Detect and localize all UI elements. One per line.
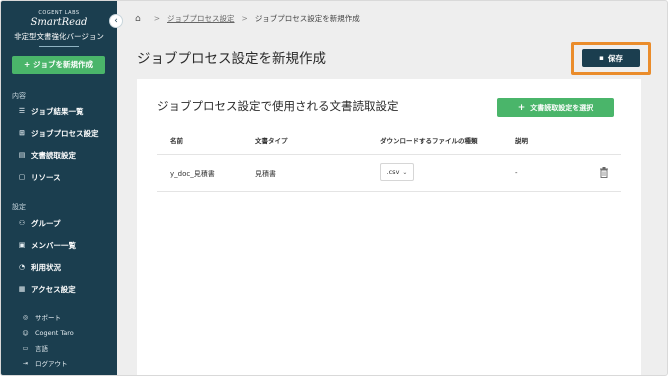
sidebar-item-members[interactable]: ▣ メンバー一覧 [17, 238, 76, 252]
sidebar-item-resources[interactable]: ▢ リソース [17, 170, 61, 184]
document-settings-card: ジョブプロセス設定で使用される文書読取設定 + 文書読取設定を選択 名前 文書タ… [137, 79, 641, 375]
resource-icon: ▢ [18, 173, 26, 181]
table-divider [157, 154, 621, 155]
footer-item-user[interactable]: ☺ Cogent Taro [21, 327, 74, 339]
footer-item-label: Cogent Taro [35, 329, 74, 337]
table-divider [157, 191, 621, 192]
breadcrumb-separator: > [153, 14, 161, 23]
group-icon: ⚇ [18, 219, 26, 227]
app-window: COGENT LABS SmartRead 非定型文書強化バージョン + ジョブ… [0, 0, 668, 376]
cell-doc-type: 見積書 [255, 170, 276, 178]
save-icon: ▪ [599, 54, 604, 62]
save-button[interactable]: ▪ 保存 [582, 49, 640, 67]
brand-company: COGENT LABS [38, 10, 80, 16]
footer-item-label: 言語 [35, 345, 48, 353]
sidebar-item-groups[interactable]: ⚇ グループ [17, 216, 61, 230]
brand-divider [39, 46, 79, 47]
sidebar: COGENT LABS SmartRead 非定型文書強化バージョン + ジョブ… [1, 1, 117, 375]
footer-item-support[interactable]: ◎ サポート [21, 311, 61, 323]
usage-icon: ◔ [18, 263, 26, 271]
column-header-description: 説明 [515, 137, 528, 145]
sidebar-item-label: メンバー一覧 [31, 240, 76, 250]
footer-item-logout[interactable]: ⇥ ログアウト [21, 357, 68, 369]
sidebar-item-job-process-settings[interactable]: ⊞ ジョブプロセス設定 [17, 126, 99, 140]
section-label-settings: 設定 [12, 203, 26, 211]
select-button-label: 文書読取設定を選択 [530, 103, 594, 112]
new-job-button[interactable]: + ジョブを新規作成 [12, 56, 105, 74]
brand-edition: 非定型文書強化バージョン [14, 32, 104, 41]
support-icon: ◎ [22, 313, 29, 321]
page-title: ジョブプロセス設定を新規作成 [137, 51, 326, 67]
column-header-doc-type: 文書タイプ [255, 137, 288, 145]
document-icon: ▤ [18, 151, 26, 159]
list-icon: ☰ [18, 107, 26, 115]
logout-icon: ⇥ [22, 359, 29, 367]
breadcrumb: ⌂ > ジョブプロセス設定 > ジョブプロセス設定を新規作成 [135, 13, 360, 24]
sidebar-item-label: アクセス設定 [31, 284, 76, 294]
user-icon: ☺ [22, 329, 29, 337]
sidebar-item-label: ジョブプロセス設定 [31, 128, 99, 138]
flow-icon: ⊞ [19, 129, 25, 137]
column-header-name: 名前 [170, 137, 183, 145]
member-card-icon: ▣ [18, 241, 26, 249]
sidebar-item-label: 利用状況 [31, 262, 61, 272]
sidebar-item-document-read-settings[interactable]: ▤ 文書読取設定 [17, 148, 76, 162]
sidebar-item-usage[interactable]: ◔ 利用状況 [17, 260, 61, 274]
file-type-select[interactable]: .csv ⌄ [380, 163, 414, 181]
language-icon: ▭ [22, 344, 29, 352]
chevron-down-icon: ⌄ [402, 168, 408, 176]
breadcrumb-link-job-process-settings[interactable]: ジョブプロセス設定 [167, 13, 235, 24]
plus-icon: + [517, 102, 526, 113]
footer-item-label: ログアウト [35, 360, 68, 368]
breadcrumb-separator: > [241, 14, 248, 23]
breadcrumb-current: ジョブプロセス設定を新規作成 [254, 14, 360, 23]
brand-logo: COGENT LABS SmartRead 非定型文書強化バージョン [1, 10, 117, 47]
home-icon[interactable]: ⌂ [135, 14, 141, 24]
sidebar-collapse-button[interactable]: ‹ [109, 14, 123, 28]
footer-item-language[interactable]: ▭ 言語 [21, 342, 48, 354]
file-type-value: .csv [386, 168, 400, 176]
sidebar-item-label: 文書読取設定 [31, 150, 76, 160]
sidebar-item-access-settings[interactable]: ▦ アクセス設定 [17, 282, 76, 296]
chevron-left-icon: ‹ [114, 16, 118, 26]
card-title: ジョブプロセス設定で使用される文書読取設定 [157, 99, 399, 113]
cell-description: - [515, 169, 518, 177]
footer-item-label: サポート [35, 314, 61, 322]
section-label-content: 内容 [12, 92, 26, 100]
trash-icon[interactable] [599, 167, 609, 178]
sidebar-item-job-results[interactable]: ☰ ジョブ結果一覧 [17, 104, 84, 118]
brand-product: SmartRead [30, 17, 88, 28]
sidebar-item-label: リソース [31, 172, 61, 182]
sidebar-item-label: グループ [31, 218, 61, 228]
column-header-file-type: ダウンロードするファイルの種類 [380, 137, 478, 145]
sidebar-item-label: ジョブ結果一覧 [31, 106, 84, 116]
cell-name: y_doc_見積書 [170, 170, 215, 178]
select-document-settings-button[interactable]: + 文書読取設定を選択 [497, 98, 614, 117]
save-button-label: 保存 [607, 53, 623, 63]
access-icon: ▦ [18, 285, 26, 293]
